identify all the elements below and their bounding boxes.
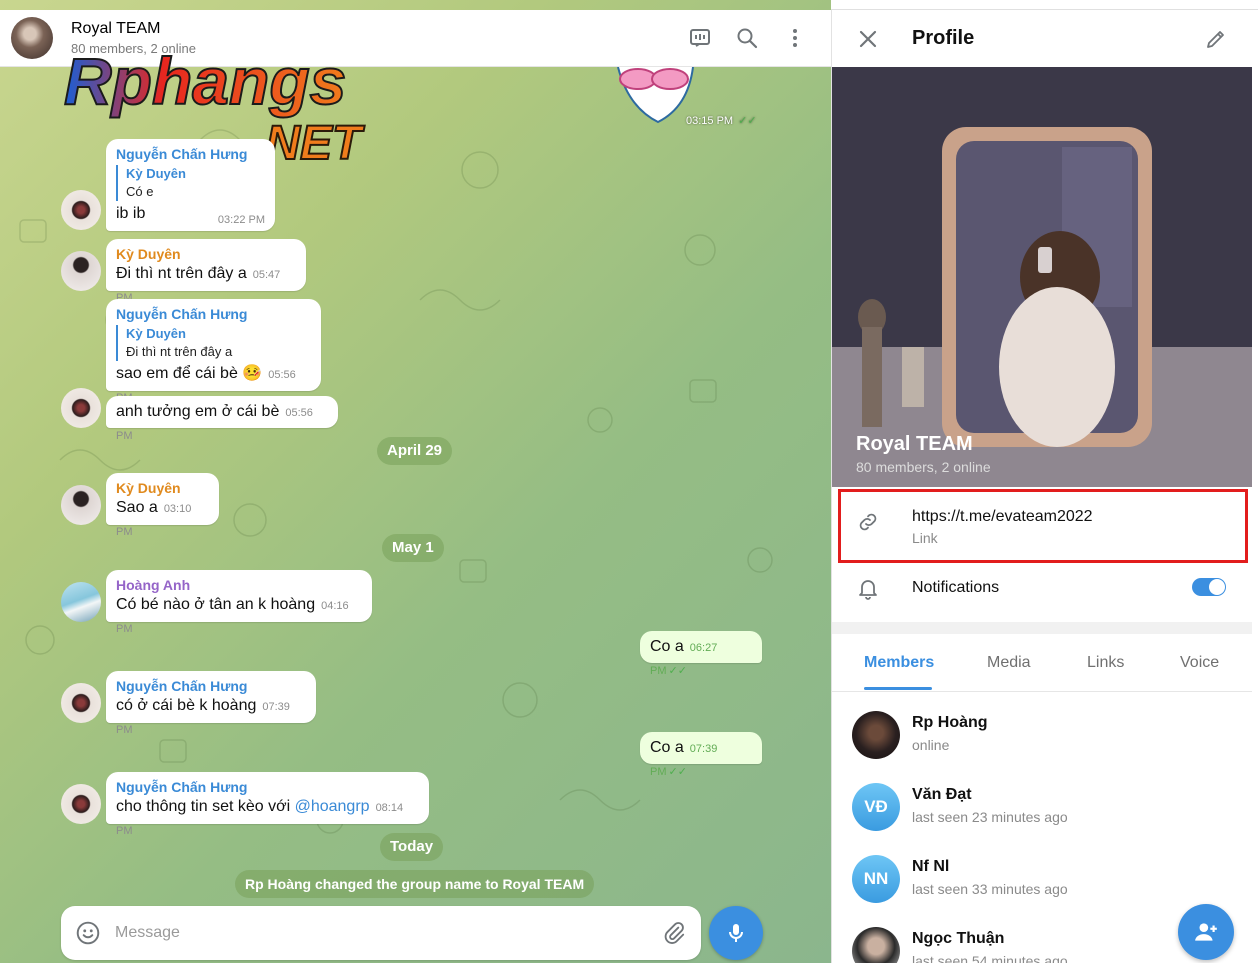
chat-title[interactable]: Royal TEAM bbox=[71, 20, 161, 38]
sticker-image[interactable] bbox=[608, 67, 698, 129]
profile-title: Profile bbox=[912, 27, 975, 49]
invite-link-caption: Link bbox=[912, 530, 938, 546]
message-text: Sao a 03:10 PM bbox=[116, 499, 192, 538]
avatar-nguyen-chan-hung[interactable] bbox=[61, 784, 101, 824]
outgoing-message-bubble[interactable]: Co a 06:27 PM ✓✓ bbox=[640, 631, 762, 677]
tab-links[interactable]: Links bbox=[1087, 654, 1124, 672]
reply-quote[interactable]: Kỳ Duyên Có e bbox=[116, 165, 265, 201]
message-sender[interactable]: Nguyễn Chấn Hưng bbox=[116, 778, 419, 796]
more-vertical-icon[interactable] bbox=[783, 26, 807, 50]
message-bubble[interactable]: anh tưởng em ở cái bè 05:56 PM bbox=[106, 396, 338, 442]
voice-record-button[interactable] bbox=[709, 906, 763, 960]
message-sender[interactable]: Nguyễn Chấn Hưng bbox=[116, 677, 306, 695]
notifications-toggle[interactable] bbox=[1192, 578, 1226, 596]
group-member-count: 80 members, 2 online bbox=[856, 459, 991, 475]
add-user-icon bbox=[1195, 923, 1217, 941]
message-sender[interactable]: Nguyễn Chấn Hưng bbox=[116, 305, 311, 323]
add-member-button[interactable] bbox=[1178, 904, 1234, 960]
message-bubble[interactable]: Nguyễn Chấn Hưng Kỳ Duyên Đi thì nt trên… bbox=[106, 299, 321, 404]
message-text: Co a 06:27 PM ✓✓ bbox=[650, 638, 718, 677]
search-icon[interactable] bbox=[735, 26, 759, 50]
close-icon[interactable] bbox=[856, 27, 880, 51]
service-message: Rp Hoàng changed the group name to Royal… bbox=[235, 870, 595, 898]
date-separator: May 1 bbox=[382, 534, 444, 562]
photo-illustration bbox=[832, 67, 1252, 487]
read-checks-icon: ✓✓ bbox=[738, 115, 757, 127]
tab-members[interactable]: Members bbox=[864, 654, 934, 672]
message-bubble[interactable]: Nguyễn Chấn Hưng cho thông tin set kèo v… bbox=[106, 772, 429, 837]
section-divider bbox=[832, 622, 1252, 634]
group-avatar[interactable] bbox=[11, 17, 53, 59]
profile-tabs: Members Media Links Voice bbox=[832, 634, 1252, 692]
message-sender[interactable]: Nguyễn Chấn Hưng bbox=[116, 145, 265, 163]
message-bubble[interactable]: Hoàng Anh Có bé nào ở tân an k hoàng 04:1… bbox=[106, 570, 372, 635]
mention-link[interactable]: @hoangrp bbox=[295, 798, 370, 815]
profile-pane: Profile Royal TEAM 80 members, 2 online … bbox=[831, 10, 1252, 963]
member-avatar: NN bbox=[852, 855, 900, 903]
member-avatar: VĐ bbox=[852, 783, 900, 831]
group-name: Royal TEAM bbox=[856, 433, 973, 455]
notifications-label: Notifications bbox=[912, 579, 1000, 596]
member-list-item[interactable]: VĐ Văn Đạt last seen 23 minutes ago bbox=[832, 783, 1252, 853]
chat-pane: Royal TEAM 80 members, 2 online 03:15 PM… bbox=[0, 0, 831, 963]
message-text: ib ib 03:22 PM bbox=[116, 205, 265, 226]
member-avatar bbox=[852, 927, 900, 963]
avatar-nguyen-chan-hung[interactable] bbox=[61, 388, 101, 428]
message-bubble[interactable]: Nguyễn Chấn Hưng có ở cái bè k hoàng 07:3… bbox=[106, 671, 316, 736]
outgoing-message-bubble[interactable]: Co a 07:39 PM ✓✓ bbox=[640, 732, 762, 778]
message-text: cho thông tin set kèo với @hoangrp 08:14 … bbox=[116, 798, 404, 837]
link-chain-icon bbox=[859, 513, 877, 531]
message-input[interactable] bbox=[115, 920, 635, 946]
message-composer bbox=[61, 906, 701, 960]
link-row-highlight[interactable] bbox=[838, 489, 1248, 563]
group-profile-photo[interactable]: Royal TEAM 80 members, 2 online bbox=[832, 67, 1252, 487]
read-checks-icon: ✓✓ bbox=[668, 665, 687, 677]
chat-header: Royal TEAM 80 members, 2 online bbox=[0, 10, 831, 67]
message-bubble[interactable]: Kỳ Duyên Đi thì nt trên đây a 05:47 PM bbox=[106, 239, 306, 304]
date-separator: Today bbox=[380, 833, 444, 861]
message-text: có ở cái bè k hoàng 07:39 PM bbox=[116, 697, 290, 736]
member-list-item[interactable]: Rp Hoàng online bbox=[832, 711, 1252, 781]
edit-pencil-icon[interactable] bbox=[1204, 27, 1228, 51]
message-sender[interactable]: Kỳ Duyên bbox=[116, 245, 296, 263]
message-sender[interactable]: Kỳ Duyên bbox=[116, 479, 209, 497]
profile-header: Profile bbox=[832, 10, 1252, 67]
sticker-time: 03:15 PM ✓✓ bbox=[686, 115, 757, 127]
chat-subtitle: 80 members, 2 online bbox=[71, 41, 197, 56]
message-text: anh tưởng em ở cái bè 05:56 PM bbox=[116, 403, 313, 442]
message-sender[interactable]: Hoàng Anh bbox=[116, 576, 362, 594]
emoji-icon[interactable] bbox=[75, 920, 101, 946]
message-bubble[interactable]: Nguyễn Chấn Hưng Kỳ Duyên Có e ib ib 03:2… bbox=[106, 139, 275, 231]
avatar-nguyen-chan-hung[interactable] bbox=[61, 683, 101, 723]
video-chat-icon[interactable] bbox=[688, 26, 712, 50]
avatar-ky-duyen[interactable] bbox=[61, 485, 101, 525]
message-text: Co a 07:39 PM ✓✓ bbox=[650, 739, 718, 778]
reply-quote[interactable]: Kỳ Duyên Đi thì nt trên đây a bbox=[116, 325, 311, 361]
tab-voice[interactable]: Voice bbox=[1180, 654, 1219, 672]
message-text: Có bé nào ở tân an k hoàng 04:16 PM bbox=[116, 596, 349, 635]
avatar-ky-duyen[interactable] bbox=[61, 251, 101, 291]
bell-icon bbox=[859, 580, 877, 600]
attach-paperclip-icon[interactable] bbox=[661, 920, 687, 946]
tab-media[interactable]: Media bbox=[987, 654, 1031, 672]
active-tab-indicator bbox=[864, 687, 932, 690]
date-separator: April 29 bbox=[377, 437, 453, 465]
invite-link[interactable]: https://t.me/evateam2022 bbox=[912, 508, 1093, 526]
read-checks-icon: ✓✓ bbox=[668, 766, 687, 778]
avatar-nguyen-chan-hung[interactable] bbox=[61, 190, 101, 230]
message-bubble[interactable]: Kỳ Duyên Sao a 03:10 PM bbox=[106, 473, 219, 538]
member-avatar bbox=[852, 711, 900, 759]
microphone-icon bbox=[729, 924, 743, 942]
avatar-hoang-anh[interactable] bbox=[61, 582, 101, 622]
